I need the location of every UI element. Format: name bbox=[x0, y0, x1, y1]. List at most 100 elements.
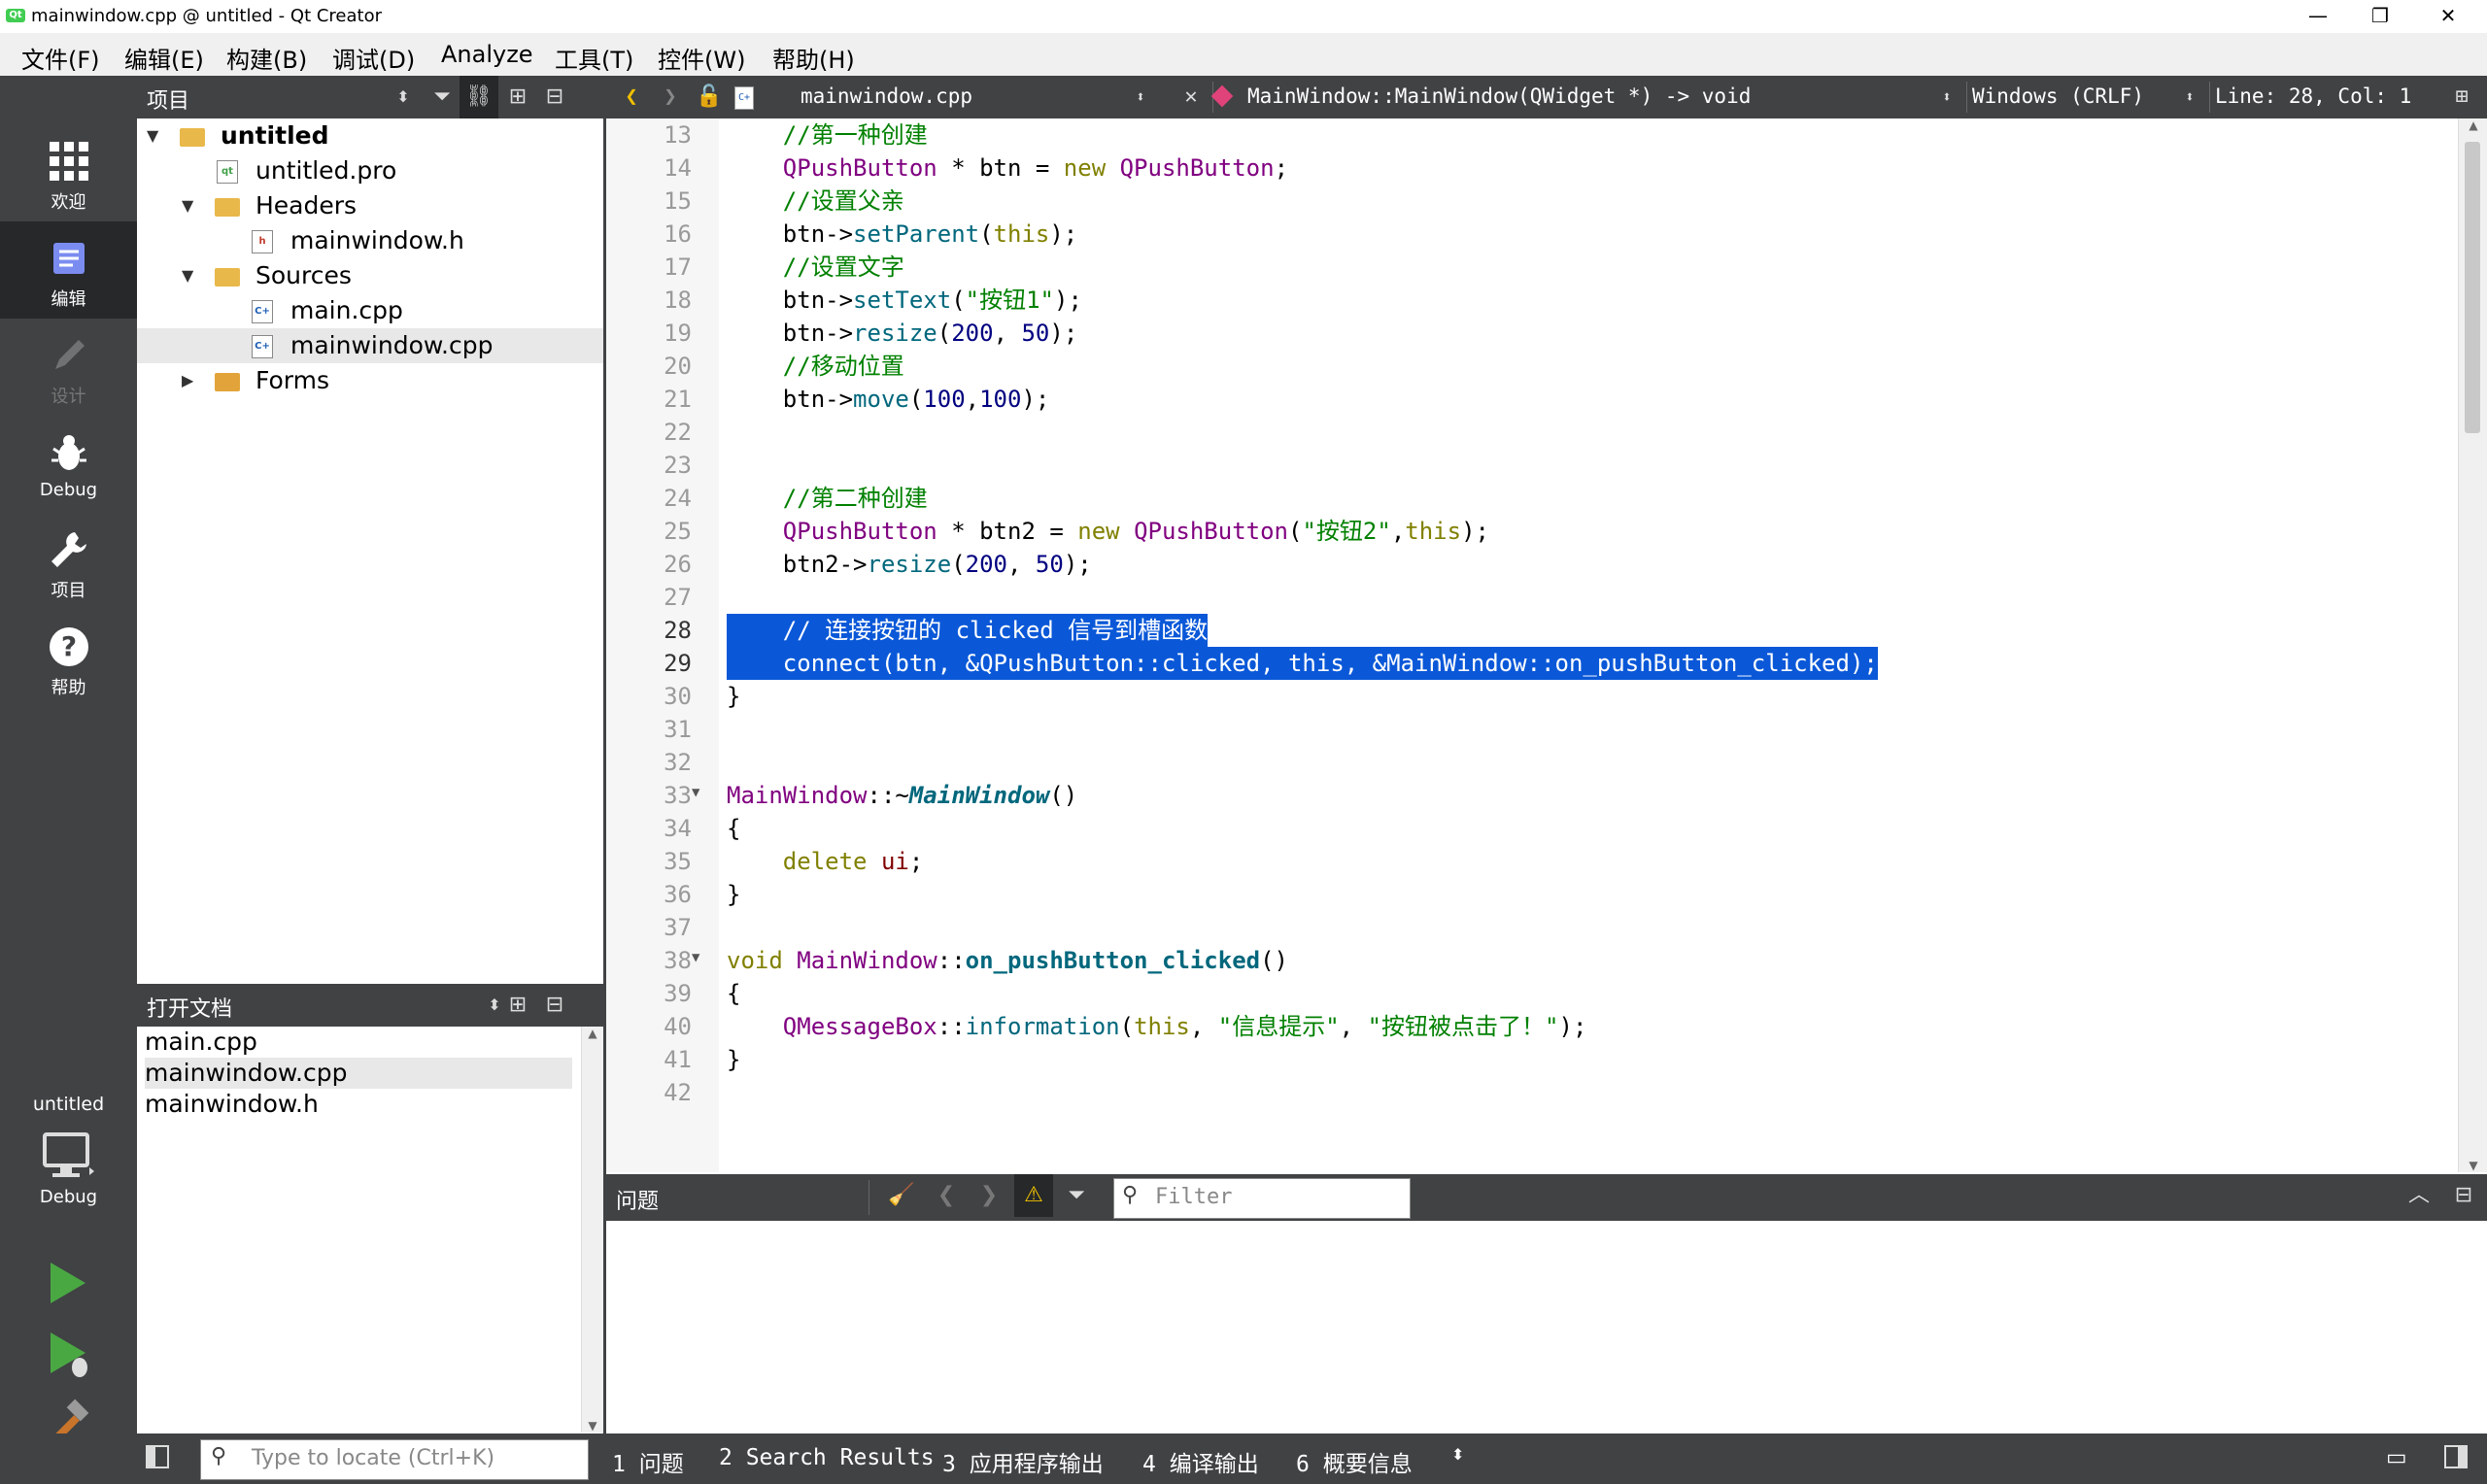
pro-file-icon: qt bbox=[217, 160, 238, 184]
line-number: 28 bbox=[664, 617, 692, 644]
progress-icon[interactable]: ▭ bbox=[2386, 1445, 2407, 1470]
filter-icon[interactable]: ⏷ bbox=[423, 76, 461, 118]
document-edit-icon bbox=[52, 243, 85, 274]
expanded-arrow-icon[interactable]: ▼ bbox=[147, 118, 158, 153]
code-editor[interactable]: //第一种创建 QPushButton * btn = new QPushBut… bbox=[719, 118, 2458, 1172]
tree-item-mainwindow-cpp[interactable]: C+ mainwindow.cpp bbox=[137, 328, 603, 363]
mode-design[interactable]: 设计 bbox=[0, 319, 137, 416]
menu-build[interactable]: 构建(B) bbox=[226, 41, 307, 75]
close-pane-icon[interactable]: ⊟ bbox=[535, 984, 574, 1027]
fold-marker-icon[interactable]: ▼ bbox=[692, 785, 699, 800]
editor-toolbar: ❮ ❯ 🔓 C+ mainwindow.cpp ⬍ ✕ MainWindow::… bbox=[606, 76, 2487, 118]
current-file-name[interactable]: mainwindow.cpp bbox=[801, 84, 972, 108]
mode-debug[interactable]: Debug bbox=[0, 416, 137, 513]
view-selector-icon[interactable]: ⬍ bbox=[384, 76, 423, 118]
issues-list bbox=[606, 1221, 2487, 1433]
tab-compile-output[interactable]: 4 编译输出 bbox=[1142, 1445, 1259, 1478]
scroll-down-icon[interactable]: ▼ bbox=[582, 1419, 603, 1433]
issues-pane-header: 问题 🧹 ❮ ❯ ⚠ ⏷ ⚲ Filter ︿ ⊟ bbox=[606, 1174, 2487, 1221]
restore-button[interactable]: ❐ bbox=[2351, 0, 2409, 33]
open-doc-item[interactable]: mainwindow.h bbox=[145, 1089, 572, 1120]
scroll-up-icon[interactable]: ▲ bbox=[2459, 118, 2487, 132]
debug-run-icon[interactable] bbox=[45, 1329, 93, 1381]
tree-item-forms[interactable]: ▶ Forms bbox=[137, 363, 603, 398]
minimize-button[interactable]: — bbox=[2289, 0, 2347, 33]
kit-selector[interactable]: Debug bbox=[0, 1125, 137, 1222]
open-doc-item[interactable]: main.cpp bbox=[145, 1027, 572, 1058]
menu-analyze[interactable]: Analyze bbox=[441, 41, 533, 68]
tree-item-label: Sources bbox=[256, 261, 352, 289]
tab-issues[interactable]: 1 问题 bbox=[612, 1445, 684, 1478]
mode-projects[interactable]: 项目 bbox=[0, 513, 137, 610]
clear-icon[interactable]: 🧹 bbox=[882, 1174, 921, 1217]
tab-general-messages[interactable]: 6 概要信息 bbox=[1296, 1445, 1413, 1478]
expanded-arrow-icon[interactable]: ▼ bbox=[182, 258, 193, 293]
code-line-40: } bbox=[727, 1046, 741, 1073]
mode-help[interactable]: ? 帮助 bbox=[0, 610, 137, 707]
close-pane-icon[interactable]: ⊟ bbox=[535, 76, 574, 118]
tab-application-output[interactable]: 3 应用程序输出 bbox=[942, 1445, 1104, 1478]
open-doc-item[interactable]: mainwindow.cpp bbox=[145, 1058, 572, 1089]
forward-icon[interactable]: ❯ bbox=[651, 76, 690, 118]
tree-item-project[interactable]: ▼ untitled bbox=[137, 118, 603, 153]
split-icon[interactable]: ⊞ bbox=[498, 76, 537, 118]
mode-edit[interactable]: 编辑 bbox=[0, 221, 137, 319]
menu-file[interactable]: 文件(F) bbox=[21, 41, 100, 75]
split-editor-icon[interactable]: ⊞ bbox=[2442, 76, 2481, 118]
collapsed-arrow-icon[interactable]: ▶ bbox=[182, 363, 193, 398]
file-dropdown-icon[interactable]: ⬍ bbox=[1121, 76, 1160, 118]
menu-edit[interactable]: 编辑(E) bbox=[124, 41, 204, 75]
project-tree: ▼ untitled qt untitled.pro ▼ Headers h m… bbox=[137, 118, 604, 978]
line-ending-dropdown-icon[interactable]: ⬍ bbox=[2170, 76, 2209, 118]
link-editor-icon[interactable]: ⛓ bbox=[460, 76, 498, 118]
run-icon[interactable] bbox=[45, 1259, 89, 1307]
fold-marker-icon[interactable]: ▼ bbox=[692, 950, 699, 965]
prev-issue-icon[interactable]: ❮ bbox=[927, 1174, 966, 1217]
tree-item-main-cpp[interactable]: C+ main.cpp bbox=[137, 293, 603, 328]
mode-projects-label: 项目 bbox=[51, 581, 86, 601]
warning-toggle-icon[interactable]: ⚠ bbox=[1014, 1174, 1053, 1217]
toggle-right-sidebar-icon[interactable] bbox=[2444, 1445, 2468, 1468]
code-line-35: } bbox=[727, 881, 741, 908]
symbol-dropdown-icon[interactable]: ⬍ bbox=[1927, 76, 1966, 118]
line-number: 37 bbox=[664, 914, 692, 941]
menu-help[interactable]: 帮助(H) bbox=[772, 41, 855, 75]
symbol-selector[interactable]: MainWindow::MainWindow(QWidget *) -> voi… bbox=[1247, 84, 1751, 108]
menu-debug[interactable]: 调试(D) bbox=[332, 41, 415, 75]
tree-item-mainwindow-h[interactable]: h mainwindow.h bbox=[137, 223, 603, 258]
scroll-up-icon[interactable]: ▲ bbox=[582, 1027, 603, 1040]
next-issue-icon[interactable]: ❯ bbox=[970, 1174, 1008, 1217]
tree-item-label: main.cpp bbox=[290, 296, 403, 324]
tree-item-pro-file[interactable]: qt untitled.pro bbox=[137, 153, 603, 188]
back-icon[interactable]: ❮ bbox=[612, 76, 651, 118]
close-window-button[interactable]: ✕ bbox=[2419, 0, 2477, 33]
search-icon: ⚲ bbox=[211, 1444, 227, 1468]
open-docs-scrollbar[interactable]: ▲ ▼ bbox=[581, 1027, 603, 1433]
line-number: 41 bbox=[664, 1046, 692, 1073]
line-number: 33 bbox=[664, 782, 692, 809]
split-icon[interactable]: ⊞ bbox=[498, 984, 537, 1027]
issues-filter-input[interactable]: ⚲ Filter bbox=[1113, 1178, 1411, 1219]
tree-item-headers[interactable]: ▼ Headers bbox=[137, 188, 603, 223]
filter-icon[interactable]: ⏷ bbox=[1057, 1174, 1096, 1217]
maximize-pane-icon[interactable]: ︿ bbox=[2400, 1174, 2438, 1217]
close-pane-icon[interactable]: ⊟ bbox=[2444, 1174, 2483, 1217]
toggle-sidebar-icon[interactable] bbox=[146, 1445, 169, 1468]
code-line-28-selected: // 连接按钮的 clicked 信号到槽函数 bbox=[727, 614, 1209, 647]
menu-tools[interactable]: 工具(T) bbox=[555, 41, 633, 75]
scroll-thumb[interactable] bbox=[2465, 142, 2480, 433]
code-line-19: btn->resize(200, 50); bbox=[782, 320, 1078, 347]
scroll-down-icon[interactable]: ▼ bbox=[2459, 1159, 2487, 1172]
cursor-position[interactable]: Line: 28, Col: 1 bbox=[2215, 84, 2411, 108]
mode-welcome[interactable]: 欢迎 bbox=[0, 124, 137, 221]
locator-input[interactable]: ⚲ Type to locate (Ctrl+K) bbox=[200, 1439, 589, 1480]
tab-search-results[interactable]: 2 Search Results bbox=[719, 1445, 935, 1470]
code-line-26: btn2->resize(200, 50); bbox=[782, 551, 1092, 578]
menu-controls[interactable]: 控件(W) bbox=[658, 41, 745, 75]
expanded-arrow-icon[interactable]: ▼ bbox=[182, 188, 193, 223]
tree-item-sources[interactable]: ▼ Sources bbox=[137, 258, 603, 293]
close-document-icon[interactable]: ✕ bbox=[1172, 76, 1210, 118]
more-tabs-icon[interactable]: ⬍ bbox=[1451, 1445, 1464, 1464]
editor-scrollbar[interactable]: ▲ ▼ bbox=[2458, 118, 2487, 1172]
line-ending-selector[interactable]: Windows (CRLF) bbox=[1972, 84, 2144, 108]
